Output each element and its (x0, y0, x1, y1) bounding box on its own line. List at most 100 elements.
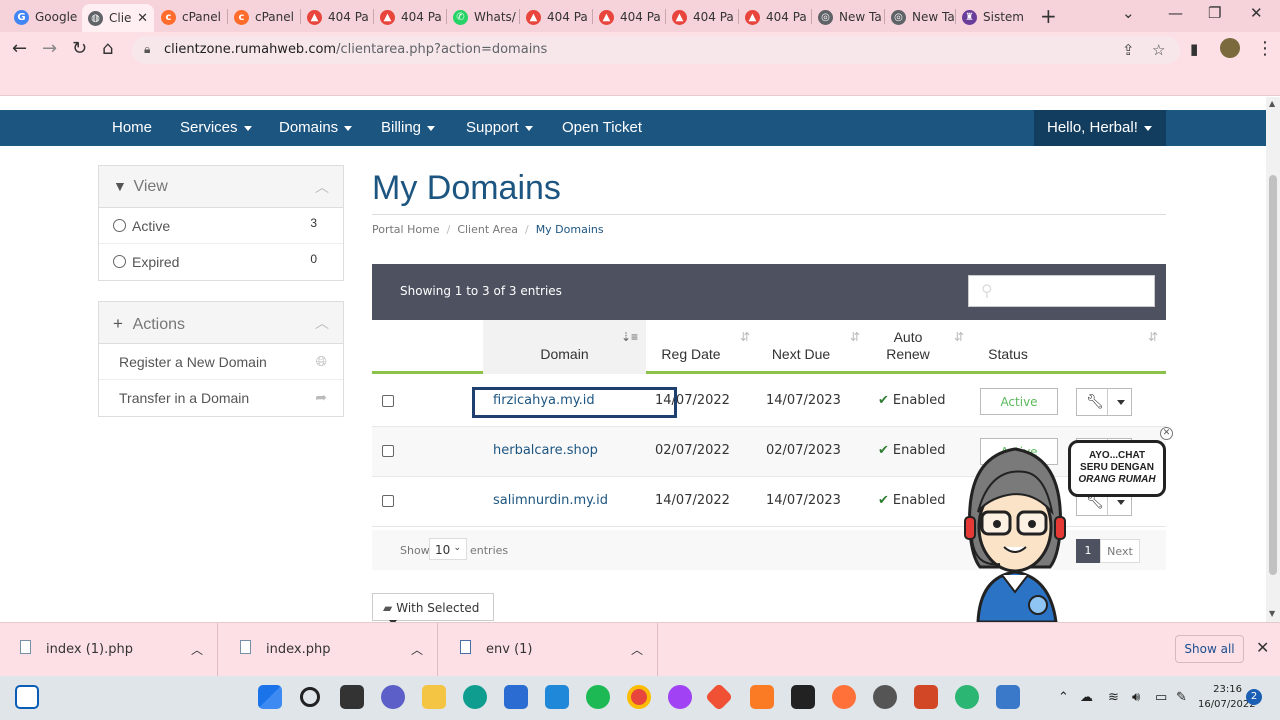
browser-tab[interactable]: ♜ Sistem (956, 4, 1028, 30)
pen-icon[interactable]: ✎ (1176, 690, 1187, 705)
search-icon[interactable] (300, 687, 320, 707)
filter-active[interactable]: Active 3 (99, 208, 343, 244)
col-reg-date[interactable]: Reg Date ⇵ (646, 320, 756, 374)
breadcrumb-client-area[interactable]: Client Area (457, 223, 518, 236)
nav-domains[interactable]: Domains (279, 119, 353, 136)
photos-icon[interactable] (996, 685, 1020, 709)
minimize-button[interactable]: — (1168, 4, 1183, 22)
nav-home[interactable]: Home (112, 119, 152, 136)
file-explorer-icon[interactable] (422, 685, 446, 709)
firefox-icon[interactable] (832, 685, 856, 709)
back-icon[interactable]: ← (12, 38, 27, 59)
wifi-icon[interactable]: ≋ (1108, 690, 1119, 705)
system-clock[interactable]: 23:16 16/07/2022 (1198, 682, 1256, 712)
filter-expired[interactable]: Expired 0 (99, 244, 343, 280)
maps-icon[interactable] (955, 685, 979, 709)
edge-icon[interactable] (463, 685, 487, 709)
browser-tab[interactable]: ◎ New Ta (885, 4, 955, 30)
scroll-up-icon[interactable]: ▲ (1269, 99, 1275, 108)
row-checkbox[interactable] (382, 495, 394, 507)
close-window-button[interactable]: ✕ (1250, 4, 1263, 22)
maximize-button[interactable]: ❐ (1208, 4, 1221, 22)
vscode-icon[interactable] (545, 685, 569, 709)
new-tab-button[interactable]: + (1040, 4, 1057, 28)
close-downloads-icon[interactable]: ✕ (1256, 638, 1269, 657)
radio-icon[interactable] (113, 219, 126, 232)
chevron-up-icon[interactable]: ⌃ (1058, 690, 1069, 705)
chrome-profile-icon[interactable] (668, 685, 692, 709)
table-search-input[interactable]: ⚲ (968, 275, 1155, 307)
side-panel-icon[interactable]: ▮ (1190, 40, 1198, 58)
col-next-due[interactable]: Next Due ⇵ (756, 320, 866, 374)
share-icon[interactable]: ⇪ (1122, 41, 1135, 59)
url-text[interactable]: clientzone.rumahweb.com/clientarea.php?a… (164, 42, 547, 57)
domain-link[interactable]: herbalcare.shop (493, 443, 598, 458)
download-item[interactable]: index (1).php ︿ (0, 623, 218, 677)
powerpoint-icon[interactable] (914, 685, 938, 709)
chrome-icon[interactable] (627, 685, 651, 709)
settings-gear-icon[interactable] (873, 685, 897, 709)
nav-billing[interactable]: Billing (381, 119, 436, 136)
forward-icon[interactable]: → (42, 38, 57, 59)
radio-icon[interactable] (113, 255, 126, 268)
col-domain[interactable]: Domain ⇣≡ (483, 320, 646, 374)
show-all-downloads-button[interactable]: Show all (1175, 635, 1244, 663)
chevron-up-icon[interactable]: ︿ (315, 177, 329, 197)
chevron-up-icon[interactable]: ︿ (411, 641, 423, 658)
nav-support[interactable]: Support (466, 119, 533, 136)
spotify-icon[interactable] (586, 685, 610, 709)
browser-tab[interactable]: ▲ 404 Pa (520, 4, 592, 30)
col-status[interactable]: Status ⇵ (970, 320, 1166, 374)
profile-avatar[interactable] (1220, 38, 1240, 58)
browser-tab[interactable]: ▲ 404 Pa (301, 4, 373, 30)
browser-tab[interactable]: ▲ 404 Pa (666, 4, 738, 30)
chevron-up-icon[interactable]: ︿ (315, 313, 329, 333)
menu-icon[interactable]: ⋮ (1256, 38, 1274, 59)
chat-app-icon[interactable] (381, 685, 405, 709)
scroll-down-icon[interactable]: ▼ (1269, 609, 1275, 618)
chevron-up-icon[interactable]: ︿ (631, 641, 643, 658)
nav-services[interactable]: Services (180, 119, 252, 136)
browser-tab[interactable]: ▲ 404 Pa (739, 4, 811, 30)
nav-open-ticket[interactable]: Open Ticket (562, 119, 642, 136)
browser-tab[interactable]: ▲ 404 Pa (374, 4, 446, 30)
bookmark-star-icon[interactable]: ☆ (1152, 41, 1165, 59)
page-size-select[interactable]: 10 ⌄ (429, 538, 467, 560)
git-icon[interactable] (704, 682, 734, 712)
row-checkbox[interactable] (382, 395, 394, 407)
download-item[interactable]: index.php ︿ (220, 623, 438, 677)
row-checkbox[interactable] (382, 445, 394, 457)
close-tab-icon[interactable]: ✕ (137, 11, 148, 26)
task-view-icon[interactable] (340, 685, 364, 709)
with-selected-button[interactable]: ▰ With Selected (372, 593, 494, 622)
reload-icon[interactable]: ↻ (72, 38, 87, 59)
home-icon[interactable]: ⌂ (102, 38, 113, 59)
browser-tab[interactable]: c cPanel (228, 4, 300, 30)
cloud-icon[interactable]: ☁ (1080, 690, 1093, 705)
breadcrumb-portal-home[interactable]: Portal Home (372, 223, 440, 236)
transfer-domain-link[interactable]: Transfer in a Domain ➦ (99, 380, 343, 416)
browser-tab[interactable]: c cPanel (155, 4, 227, 30)
widgets-icon[interactable] (15, 685, 39, 709)
tab-search-icon[interactable]: ⌄ (1122, 4, 1135, 22)
download-item[interactable]: env (1) ︿ (440, 623, 658, 677)
col-auto-renew[interactable]: Auto Renew ⇵ (866, 320, 970, 374)
notification-badge[interactable]: 2 (1246, 689, 1262, 705)
address-bar[interactable]: 🔒︎ clientzone.rumahweb.com/clientarea.ph… (132, 36, 1180, 64)
register-domain-link[interactable]: Register a New Domain 🌐︎ (99, 344, 343, 380)
view-panel-header[interactable]: ▼ View ︿ (99, 166, 343, 208)
chevron-up-icon[interactable]: ︿ (191, 641, 203, 658)
browser-tab[interactable]: G Google (8, 4, 80, 30)
scrollbar-thumb[interactable] (1269, 175, 1277, 575)
chevron-down-icon[interactable] (1117, 400, 1125, 405)
page-scrollbar[interactable]: ▲ ▼ (1266, 97, 1280, 622)
browser-tab[interactable]: ✆ Whats/ (447, 4, 519, 30)
browser-tab[interactable]: ◎ New Ta (812, 4, 884, 30)
status-badge[interactable]: Active (980, 388, 1058, 415)
manage-domain-button[interactable]: 🔧︎ (1076, 388, 1132, 416)
domain-link[interactable]: salimnurdin.my.id (493, 493, 608, 508)
xampp-icon[interactable] (750, 685, 774, 709)
start-icon[interactable] (258, 685, 282, 709)
actions-panel-header[interactable]: + Actions ︿ (99, 302, 343, 344)
browser-tab[interactable]: ◍ Clie ✕ (82, 4, 154, 32)
